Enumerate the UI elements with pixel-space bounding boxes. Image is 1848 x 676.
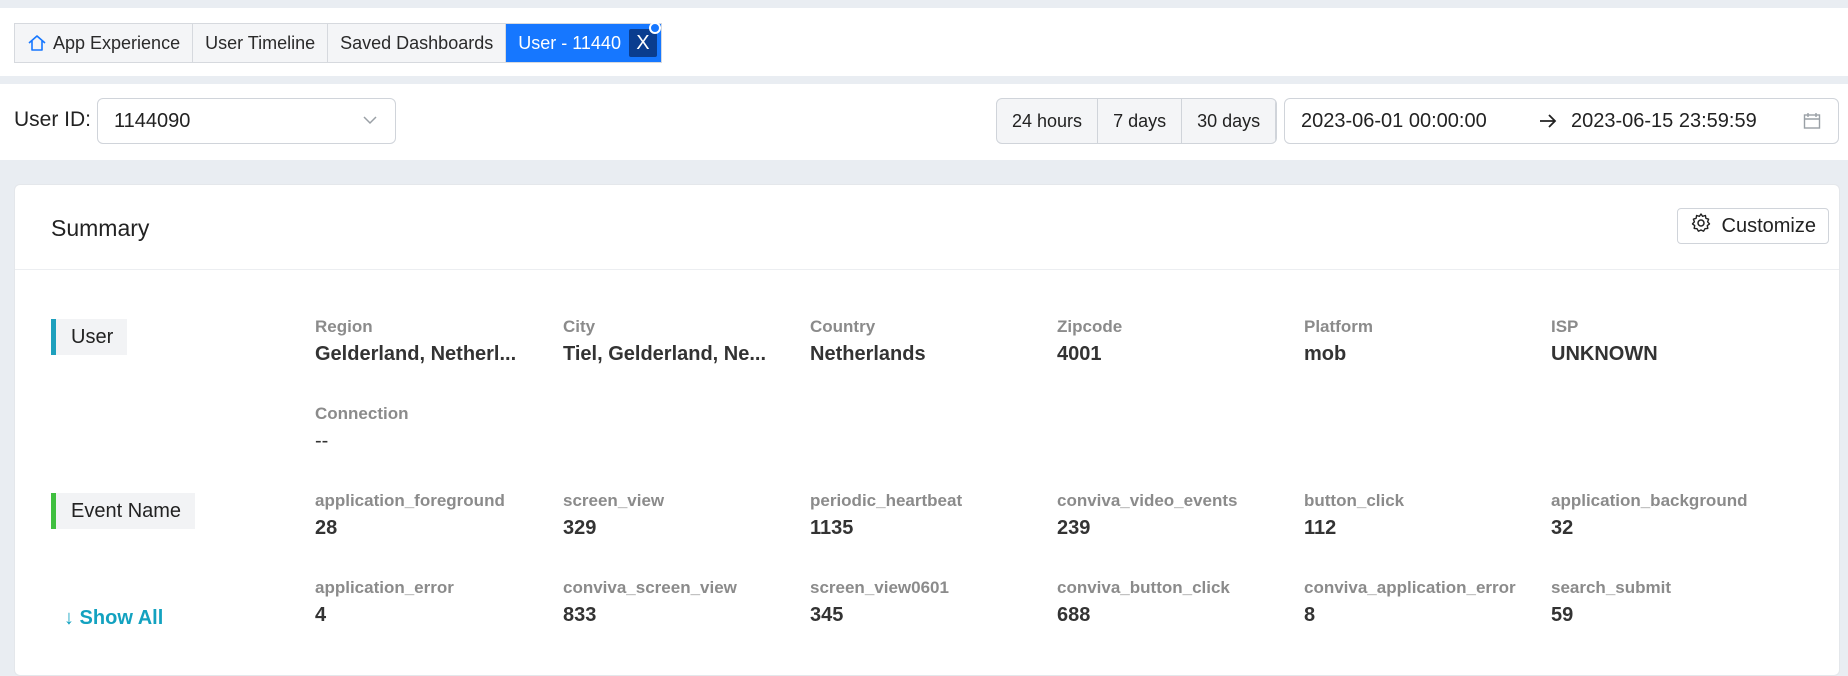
date-end[interactable]: 2023-06-15 23:59:59 — [1571, 110, 1757, 133]
field-value: Netherlands — [810, 343, 926, 365]
tab-label: User Timeline — [205, 32, 316, 53]
event-field: conviva_screen_view 833 — [563, 578, 781, 627]
field-value: Tiel, Gelderland, Ne... — [563, 343, 767, 365]
event-field: application_foreground 28 — [315, 491, 533, 540]
event-count: 8 — [1304, 604, 1316, 626]
notification-dot — [648, 22, 661, 34]
field-label: Region — [315, 317, 373, 336]
field-label: Connection — [315, 404, 409, 423]
event-count: 239 — [1057, 517, 1091, 539]
filter-bar: User ID: 1144090 24 hours 7 days 30 days… — [0, 84, 1848, 160]
event-count: 329 — [563, 517, 597, 539]
event-count: 112 — [1304, 517, 1337, 539]
field-zipcode: Zipcode 4001 — [1057, 317, 1275, 366]
field-label: Zipcode — [1057, 317, 1123, 336]
field-value: Gelderland, Netherl... — [315, 343, 517, 365]
field-isp: ISP UNKNOWN — [1551, 317, 1769, 366]
quick-range-group: 24 hours 7 days 30 days — [996, 98, 1278, 144]
section-label-text: Event Name — [71, 499, 182, 522]
event-name: application_error — [315, 578, 454, 597]
customize-button[interactable]: Customize — [1676, 208, 1829, 244]
event-name: application_foreground — [315, 491, 505, 510]
range-24-hours-button[interactable]: 24 hours — [997, 99, 1099, 143]
user-id-label: User ID: — [14, 108, 92, 131]
event-field: application_error 4 — [315, 578, 533, 627]
field-value: UNKNOWN — [1551, 343, 1658, 365]
arrow-right-icon — [1537, 110, 1559, 138]
event-name: screen_view — [563, 491, 665, 510]
event-field: conviva_video_events 239 — [1057, 491, 1275, 540]
event-name: screen_view0601 — [810, 578, 949, 597]
range-7-days-button[interactable]: 7 days — [1098, 99, 1183, 143]
event-field: conviva_application_error 8 — [1304, 578, 1522, 627]
field-region: Region Gelderland, Netherl... — [315, 317, 533, 366]
event-field: application_background 32 — [1551, 491, 1769, 540]
field-label: Country — [810, 317, 876, 336]
event-count: 59 — [1551, 604, 1574, 626]
tab-label: App Experience — [53, 32, 181, 53]
show-all-link[interactable]: ↓ Show All — [64, 607, 163, 630]
tab-saved-dashboards[interactable]: Saved Dashboards — [328, 24, 507, 62]
field-label: City — [563, 317, 596, 336]
event-name: conviva_application_error — [1304, 578, 1516, 597]
summary-card: Summary Customize User Region Gelderland… — [14, 184, 1840, 676]
section-accent-bar — [51, 493, 56, 529]
section-accent-bar — [51, 319, 56, 355]
event-count: 4 — [315, 604, 327, 626]
event-field: screen_view 329 — [563, 491, 781, 540]
tab-user-detail[interactable]: User - 11440 X — [506, 22, 661, 62]
event-field: conviva_button_click 688 — [1057, 578, 1275, 627]
user-id-value: 1144090 — [114, 109, 191, 132]
event-count: 1135 — [810, 517, 854, 539]
user-id-select[interactable]: 1144090 — [97, 98, 396, 144]
field-country: Country Netherlands — [810, 317, 1028, 366]
field-connection: Connection -- — [315, 404, 533, 453]
event-field: search_submit 59 — [1551, 578, 1769, 627]
tab-label: User - 11440 — [518, 32, 621, 53]
event-name: conviva_screen_view — [563, 578, 737, 597]
event-name: conviva_button_click — [1057, 578, 1230, 597]
field-label: Platform — [1304, 317, 1373, 336]
field-value: -- — [315, 430, 329, 452]
divider — [15, 269, 1839, 270]
event-field: button_click 112 — [1304, 491, 1522, 540]
event-count: 833 — [563, 604, 597, 626]
tabs-bar: App Experience User Timeline Saved Dashb… — [0, 8, 1848, 76]
event-name: search_submit — [1551, 578, 1671, 597]
calendar-icon[interactable] — [1802, 111, 1822, 137]
section-label-user: User — [51, 319, 128, 355]
event-name: periodic_heartbeat — [810, 491, 963, 510]
gear-icon — [1690, 212, 1712, 240]
field-platform: Platform mob — [1304, 317, 1522, 366]
section-label-text: User — [71, 325, 114, 348]
date-start[interactable]: 2023-06-01 00:00:00 — [1301, 110, 1487, 133]
field-city: City Tiel, Gelderland, Ne... — [563, 317, 781, 366]
field-value: 4001 — [1057, 343, 1102, 365]
event-name: conviva_video_events — [1057, 491, 1238, 510]
date-range-picker[interactable]: 2023-06-01 00:00:00 2023-06-15 23:59:59 — [1284, 98, 1839, 144]
customize-label: Customize — [1721, 214, 1816, 237]
tab-label: Saved Dashboards — [340, 32, 494, 53]
event-count: 28 — [315, 517, 338, 539]
event-count: 32 — [1551, 517, 1574, 539]
range-30-days-button[interactable]: 30 days — [1182, 99, 1277, 143]
chevron-down-icon — [361, 111, 379, 135]
summary-title: Summary — [51, 215, 150, 241]
field-value: mob — [1304, 343, 1347, 365]
event-count: 345 — [810, 604, 844, 626]
home-icon — [27, 33, 47, 53]
tab-strip: App Experience User Timeline Saved Dashb… — [14, 22, 662, 63]
event-field: screen_view0601 345 — [810, 578, 1028, 627]
event-count: 688 — [1057, 604, 1091, 626]
field-label: ISP — [1551, 317, 1579, 336]
event-field: periodic_heartbeat 1135 — [810, 491, 1028, 540]
section-label-event-name: Event Name — [51, 493, 196, 529]
event-name: application_background — [1551, 491, 1748, 510]
event-name: button_click — [1304, 491, 1405, 510]
tab-user-timeline[interactable]: User Timeline — [193, 24, 329, 62]
tab-app-experience[interactable]: App Experience — [15, 24, 194, 62]
